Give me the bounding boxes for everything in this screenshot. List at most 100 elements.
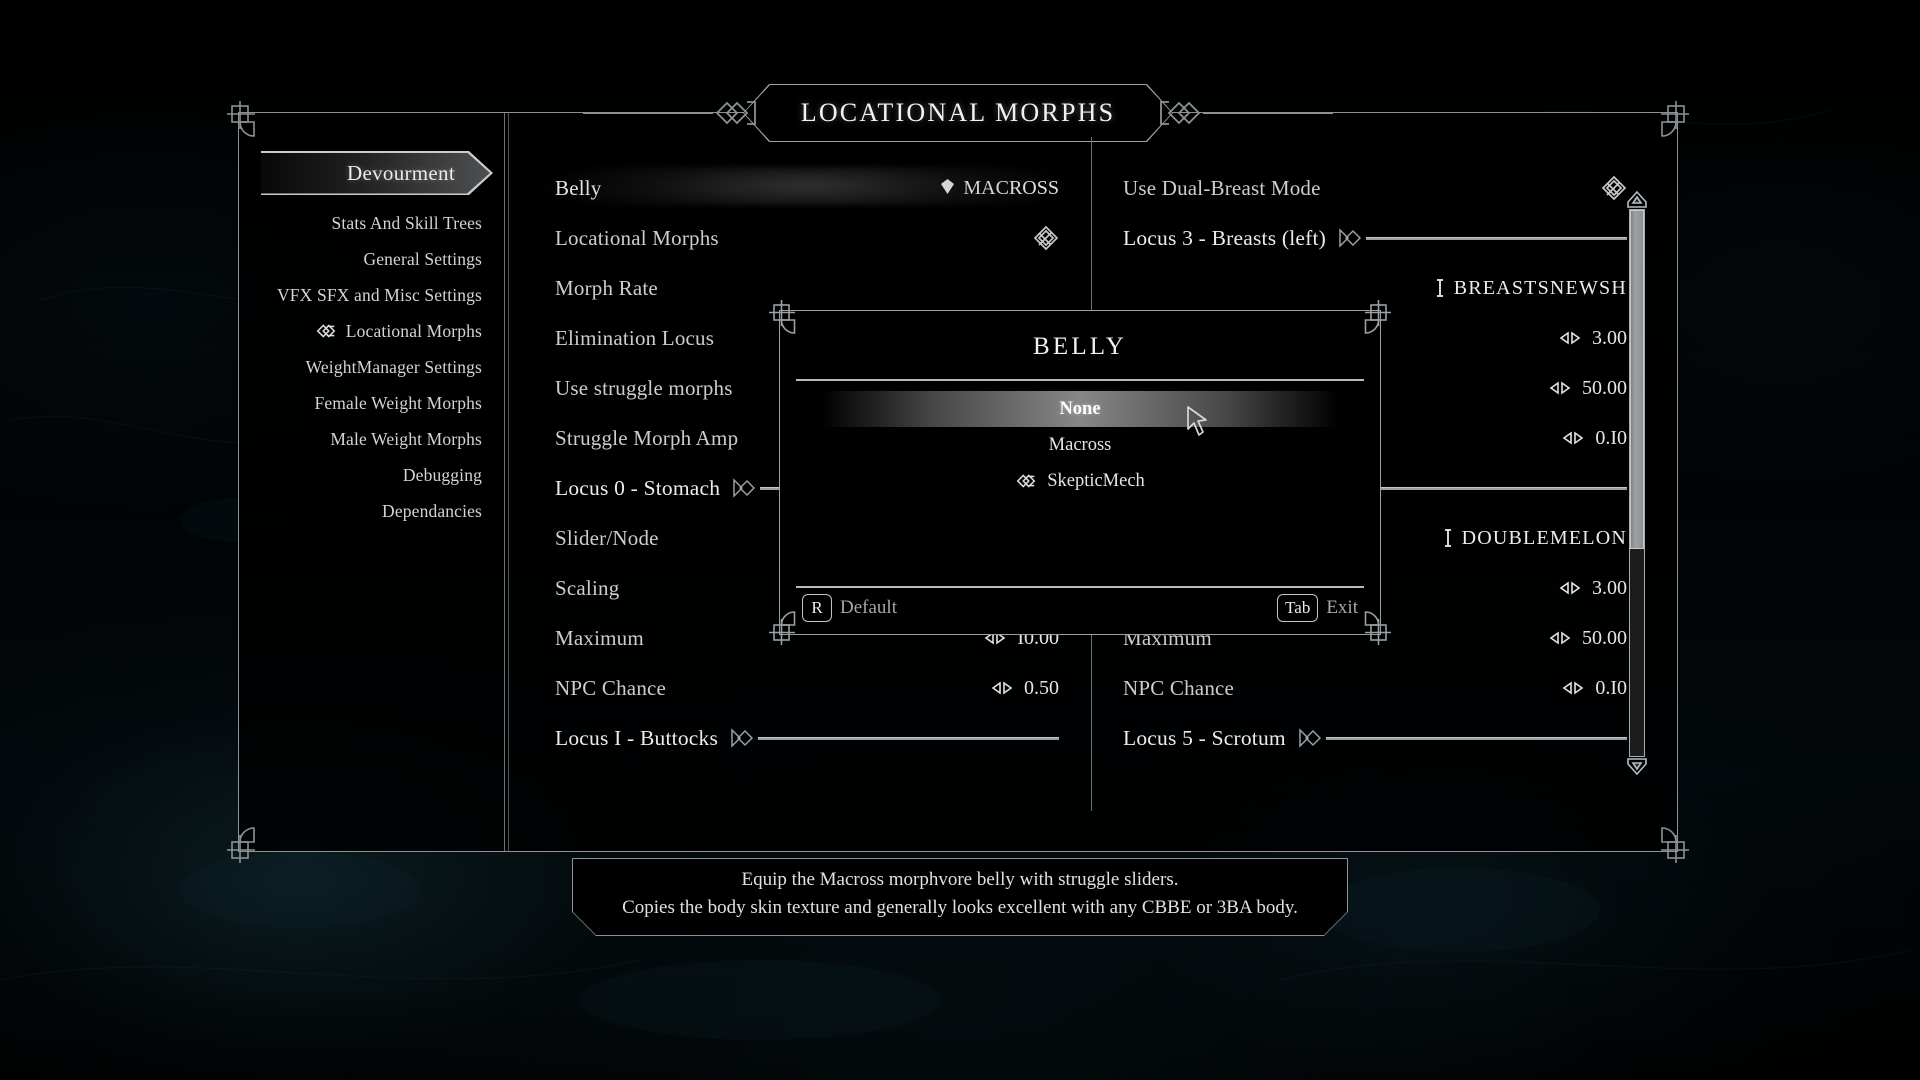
sidebar-item-male-weight-morphs[interactable]: Male Weight Morphs [239, 421, 504, 457]
sidebar-item-label: Stats And Skill Trees [331, 212, 482, 233]
header-rule [1325, 736, 1627, 740]
scroll-up-arrow-icon[interactable] [1625, 190, 1649, 209]
dialog-footer: R Default Tab Exit [802, 590, 1358, 626]
setting-value: DOUBLEMELON [1443, 527, 1627, 550]
sidebar-item-dependancies[interactable]: Dependancies [239, 493, 504, 529]
key-tab: Tab [1277, 594, 1319, 622]
setting-label: Locational Morphs [555, 225, 719, 250]
text-cursor-icon [1435, 278, 1445, 298]
setting-row-npc-chance-2[interactable]: NPC Chance 0.I0 [1117, 663, 1633, 713]
setting-label: Maximum [555, 625, 644, 650]
sidebar-item-stats-and-skill-trees[interactable]: Stats And Skill Trees [239, 205, 504, 241]
default-label: Default [840, 597, 897, 618]
setting-value-text: 0.I0 [1595, 426, 1627, 449]
dialog-option-skepticmech[interactable]: SkepticMech [780, 463, 1380, 499]
setting-value-text: BREASTSNEWSH [1453, 276, 1627, 299]
stepper-arrows-icon[interactable] [1547, 381, 1573, 395]
dialog-title-rule [796, 379, 1364, 381]
setting-value: MACROSS [941, 177, 1059, 200]
setting-value-text: 3.00 [1592, 576, 1627, 599]
sidebar-item-label: General Settings [363, 248, 482, 269]
setting-value-text: 0.50 [1024, 676, 1059, 699]
sidebar-item-weightmanager-settings[interactable]: WeightManager Settings [239, 349, 504, 385]
setting-label: NPC Chance [1123, 675, 1235, 700]
setting-label: Use struggle morphs [555, 375, 733, 400]
header-rule [758, 736, 1059, 740]
setting-value: 50.00 [1547, 377, 1627, 400]
dialog-corner-bottom-left [764, 608, 806, 650]
setting-value: 0.I0 [1560, 427, 1627, 450]
setting-header-locus-3-breasts-left: Locus 3 - Breasts (left) [1117, 213, 1633, 263]
sidebar-item-vfx-sfx-and-misc-settings[interactable]: VFX SFX and Misc Settings [239, 277, 504, 313]
sidebar: Devourment Stats And Skill Trees General… [239, 113, 509, 851]
scrollbar-track[interactable] [1629, 209, 1645, 757]
exit-label: Exit [1326, 597, 1358, 618]
sidebar-page-list: Stats And Skill Trees General Settings V… [239, 205, 504, 529]
setting-header-label: Locus 5 - Scrotum [1123, 725, 1286, 750]
setting-label: NPC Chance [555, 675, 667, 700]
setting-value: 3.00 [1557, 577, 1627, 600]
dialog-option-macross[interactable]: Macross [780, 427, 1380, 463]
exit-key-hint[interactable]: Tab Exit [1277, 594, 1358, 622]
setting-value: 0.I0 [1560, 677, 1627, 700]
setting-label: Morph Rate [555, 275, 658, 300]
setting-value: 3.00 [1557, 327, 1627, 350]
stepper-arrows-icon[interactable] [989, 681, 1015, 695]
setting-row-morph-rate[interactable]: Morph Rate [549, 263, 1065, 313]
sidebar-item-debugging[interactable]: Debugging [239, 457, 504, 493]
sidebar-item-label: Locational Morphs [345, 320, 482, 341]
sidebar-item-label: Female Weight Morphs [314, 392, 482, 413]
knot-checkbox-icon[interactable] [1033, 225, 1059, 251]
setting-value-text: 50.00 [1582, 626, 1627, 649]
scroll-down-arrow-icon[interactable] [1625, 757, 1649, 776]
default-key-hint[interactable]: R Default [802, 594, 897, 622]
knot-icon [315, 320, 337, 342]
knot-divider-icon [732, 477, 760, 499]
setting-value-text: DOUBLEMELON [1461, 526, 1627, 549]
setting-row-npc-chance[interactable]: NPC Chance 0.50 [549, 663, 1065, 713]
dialog-option-none[interactable]: None [780, 391, 1380, 427]
scrollbar-thumb[interactable] [1630, 210, 1644, 549]
stepper-arrows-icon[interactable] [1547, 631, 1573, 645]
dialog-corner-bottom-right [1354, 608, 1396, 650]
sidebar-item-locational-morphs[interactable]: Locational Morphs [239, 313, 504, 349]
sidebar-mod-selector[interactable]: Devourment [261, 151, 493, 195]
header-rule [1366, 236, 1627, 240]
description-line-1: Equip the Macross morphvore belly with s… [741, 869, 1179, 890]
stepper-arrows-icon[interactable] [1557, 331, 1583, 345]
setting-value: 0.50 [989, 677, 1059, 700]
dialog-option-label: None [1059, 398, 1101, 419]
setting-value-text: MACROSS [963, 176, 1059, 199]
setting-header-label: Locus 0 - Stomach [555, 475, 721, 500]
dialog-title: BELLY [1032, 333, 1128, 360]
dialog-footer-rule [796, 586, 1364, 588]
setting-value-text: 50.00 [1582, 376, 1627, 399]
setting-label: Struggle Morph Amp [555, 425, 739, 450]
setting-label: Use Dual-Breast Mode [1123, 175, 1321, 200]
knot-checkbox-icon[interactable] [1601, 175, 1627, 201]
knot-icon [1015, 470, 1037, 492]
setting-label: Scaling [555, 575, 620, 600]
sidebar-mod-label: Devourment [347, 160, 455, 185]
setting-value-text: 3.00 [1592, 326, 1627, 349]
sidebar-item-general-settings[interactable]: General Settings [239, 241, 504, 277]
setting-row-belly[interactable]: Belly MACROSS [541, 163, 1071, 213]
sidebar-item-label: WeightManager Settings [305, 356, 482, 377]
belly-selection-dialog[interactable]: BELLY None Macross SkepticMech R Default… [769, 300, 1391, 645]
stepper-arrows-icon[interactable] [1560, 431, 1586, 445]
setting-value-text: 0.I0 [1595, 676, 1627, 699]
vertical-scrollbar[interactable] [1625, 190, 1649, 776]
dialog-option-label: SkepticMech [1047, 470, 1145, 491]
stepper-arrows-icon[interactable] [1557, 581, 1583, 595]
setting-row-use-dual-breast-mode[interactable]: Use Dual-Breast Mode [1117, 163, 1633, 213]
setting-value: BREASTSNEWSH [1435, 277, 1627, 300]
setting-row-locational-morphs[interactable]: Locational Morphs [549, 213, 1065, 263]
dialog-option-label: Macross [1048, 434, 1112, 455]
game-screen: LOCATIONAL MORPHS Devourment Stats And S… [0, 0, 1920, 1080]
description-panel: Equip the Macross morphvore belly with s… [572, 858, 1348, 936]
sidebar-item-label: Dependancies [382, 500, 482, 521]
sidebar-item-female-weight-morphs[interactable]: Female Weight Morphs [239, 385, 504, 421]
setting-header-locus-5-scrotum: Locus 5 - Scrotum [1117, 713, 1633, 763]
stepper-arrows-icon[interactable] [1560, 681, 1586, 695]
dialog-corner-top-right [1354, 295, 1396, 337]
